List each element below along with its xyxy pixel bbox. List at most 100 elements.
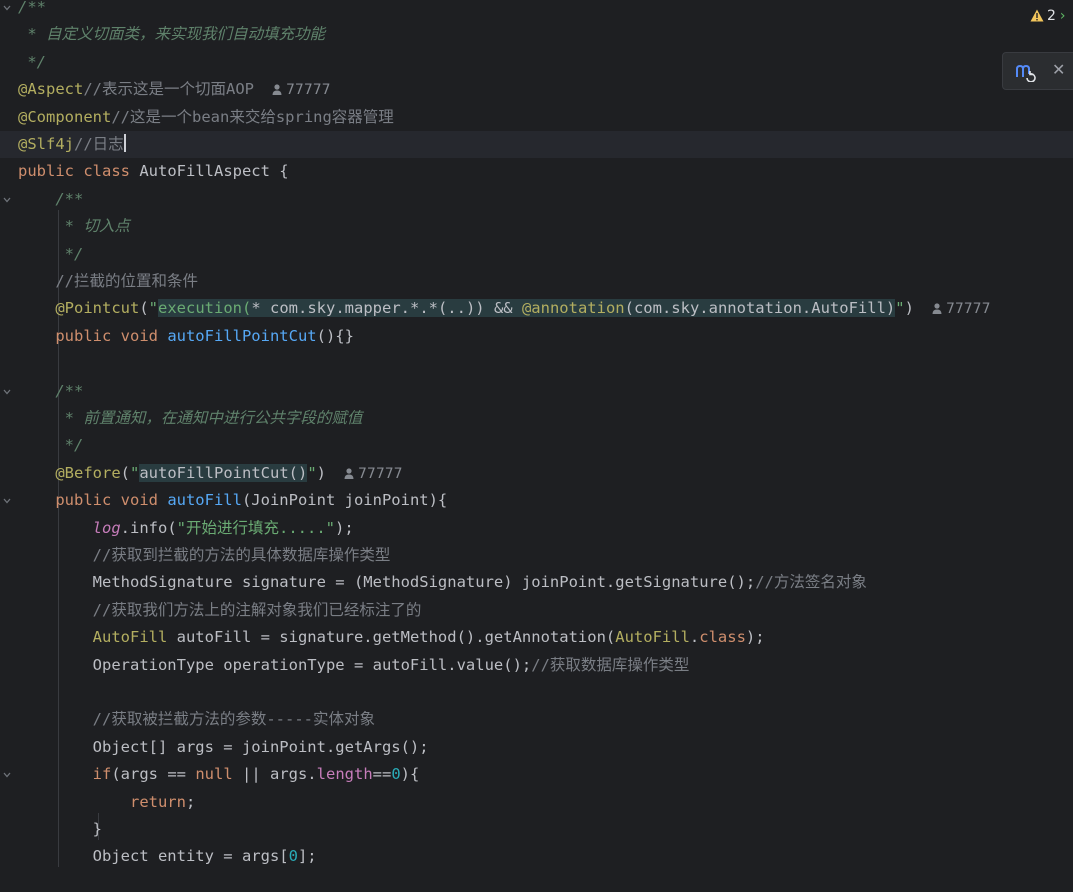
code-line[interactable]: Object[] args = joinPoint.getArgs(); [18,734,429,761]
code-token: //表示这是一个切面AOP [83,80,254,99]
fold-chevron-icon[interactable] [2,3,12,13]
code-token: public void [55,326,168,345]
code-token: MethodSignature signature = (MethodSigna… [18,573,756,592]
code-token: */ [18,52,46,71]
code-token: autoFill = signature.getMethod().getAnno… [167,628,616,647]
code-line[interactable]: @Aspect//表示这是一个切面AOP 77777 [18,76,331,103]
code-line[interactable]: @Slf4j//日志 [0,131,1073,159]
code-line[interactable]: public class AutoFillAspect { [18,158,289,185]
code-line[interactable]: */ [18,49,46,76]
chevron-icon[interactable]: › [1060,8,1066,24]
code-token: ( [139,299,149,318]
code-line[interactable]: //获取我们方法上的注解对象我们已经标注了的 [18,597,422,624]
code-token: public void [55,491,168,510]
code-token: @Pointcut [55,299,140,318]
code-token: ( [120,463,130,482]
code-line[interactable]: //获取被拦截方法的参数-----实体对象 [18,706,375,733]
code-token: .info( [120,518,177,537]
code-line[interactable]: Object entity = args[0]; [18,843,317,870]
code-line[interactable]: * 切入点 [18,213,130,240]
code-token: (args == [111,765,196,784]
code-token: //方法签名对象 [755,573,867,592]
code-token: (com.sky.annotation.AutoFill) [624,299,896,318]
code-line[interactable]: } [18,816,102,843]
code-line[interactable]: @Pointcut("execution(* com.sky.mapper.*.… [18,295,990,322]
code-line[interactable]: @Component//这是一个bean来交给spring容器管理 [18,104,394,131]
user-icon [272,84,282,96]
code-token: */ [18,244,84,263]
text-caret [123,134,126,152]
code-line[interactable]: AutoFill autoFill = signature.getMethod(… [18,624,765,651]
refresh-assistant-icon[interactable] [1015,62,1037,82]
code-line[interactable]: /** [18,378,83,405]
code-token: || args. [232,765,317,784]
code-token: */ [18,436,84,455]
fold-chevron-icon[interactable] [2,195,12,205]
code-token: /** [18,0,46,16]
code-line[interactable]: public void autoFillPointCut(){} [18,323,354,350]
code-token: class [699,628,746,647]
code-token: //获取到拦截的方法的具体数据库操作类型 [18,546,391,564]
code-line[interactable]: */ [18,241,84,268]
code-token: " [130,463,140,482]
code-token: * 切入点 [18,217,130,236]
code-line[interactable]: /** [18,0,46,21]
code-line[interactable]: @Before("autoFillPointCut()") 77777 [18,460,403,487]
code-token: autoFill [167,491,242,510]
code-line[interactable]: public void autoFill(JoinPoint joinPoint… [18,487,447,514]
code-line[interactable]: //获取到拦截的方法的具体数据库操作类型 [18,542,391,569]
code-token: ; [185,792,196,811]
code-line[interactable]: * 前置通知，在通知中进行公共字段的赋值 [18,405,363,432]
code-line[interactable]: if(args == null || args.length==0){ [18,761,420,788]
author-name: 77777 [358,465,403,482]
code-token: //获取数据库操作类型 [531,655,690,674]
code-token: * 自定义切面类，来实现我们自动填充功能 [18,25,325,44]
code-token: @annotation [521,299,625,318]
author-inlay-hint[interactable]: 77777 [344,466,403,482]
author-name: 77777 [945,301,991,318]
code-token: @Component [18,107,112,126]
user-icon [344,468,354,479]
code-token: //获取我们方法上的注解对象我们已经标注了的 [18,600,422,619]
code-line[interactable]: log.info("开始进行填充....."); [18,515,354,542]
code-token: @Before [55,463,121,482]
code-token: ); [334,518,354,537]
code-token: @Aspect [18,80,84,99]
code-editor[interactable]: /** * 自定义切面类，来实现我们自动填充功能 */ @Aspect//表示这是… [0,0,1073,892]
code-token: * com.sky.mapper.*.*(..)) && [251,299,522,318]
code-token: (){} [316,326,354,345]
user-icon [932,303,942,315]
code-line[interactable]: MethodSignature signature = (MethodSigna… [18,569,867,596]
code-token: (JoinPoint joinPoint){ [241,491,448,510]
close-icon[interactable]: ✕ [1052,60,1065,80]
author-inlay-hint[interactable]: 77777 [932,301,991,318]
code-line[interactable]: */ [18,432,84,459]
code-token: " [895,299,905,318]
inspection-widget[interactable]: 2 › [1030,6,1066,26]
fold-chevron-icon[interactable] [2,387,12,397]
warning-icon [1030,9,1044,22]
code-token: autoFillPointCut [167,326,317,345]
code-line[interactable]: * 自定义切面类，来实现我们自动填充功能 [18,21,325,48]
code-token: Object entity = args[ [18,847,289,866]
code-token: 0 [391,765,401,784]
code-line[interactable]: //拦截的位置和条件 [18,268,198,295]
fold-chevron-icon[interactable] [2,496,12,506]
author-inlay-hint[interactable]: 77777 [272,82,331,98]
author-name: 77777 [286,82,331,99]
code-token: ]; [297,847,317,866]
code-token: public class [18,162,140,181]
code-line[interactable]: /** [18,186,83,213]
code-line[interactable]: return; [18,789,195,816]
code-line[interactable]: OperationType operationType = autoFill.v… [18,652,690,679]
code-token: //日志 [74,135,124,153]
ai-assistant-popup: ✕ [1002,52,1073,90]
fold-chevron-icon[interactable] [2,770,12,780]
code-token: Object[] args = joinPoint.getArgs(); [18,737,429,756]
